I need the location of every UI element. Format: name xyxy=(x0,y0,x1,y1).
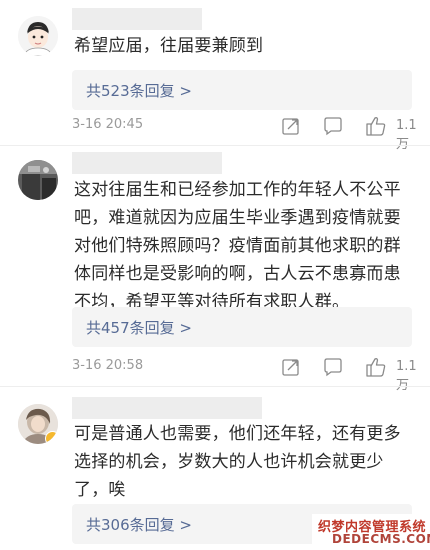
username-redacted xyxy=(72,397,262,419)
timestamp: 3-16 20:58 xyxy=(72,358,144,373)
avatar[interactable] xyxy=(18,160,58,200)
divider xyxy=(0,386,430,387)
reply-box[interactable]: 共523条回复 > xyxy=(72,70,412,110)
comment-text: 可是普通人也需要，他们还年轻，还有更多 选择的机会，岁数大的人也许机会就更少 了… xyxy=(74,420,410,504)
username-redacted xyxy=(72,8,202,30)
comment-text-line: 希望应届，往届要兼顾到 xyxy=(74,36,264,56)
comment-text-line: 选择的机会，岁数大的人也许机会就更少 xyxy=(74,452,384,472)
site-watermark: 织梦内容管理系统 DEDECMS.COM xyxy=(312,514,430,550)
thumbs-up-icon[interactable] xyxy=(364,115,386,137)
username-redacted xyxy=(72,152,222,174)
comment-text-line: 体同样也是受影响的啊，古人云不患寡而患 xyxy=(74,264,401,284)
avatar[interactable] xyxy=(18,404,58,444)
comment-icon[interactable] xyxy=(322,115,344,137)
verified-badge-icon xyxy=(45,431,58,444)
comment-text-line: 对他们特殊照顾吗？疫情面前其他求职的群 xyxy=(74,236,401,256)
like-count: 1.1万 xyxy=(396,118,417,152)
thumbs-up-icon[interactable] xyxy=(364,356,386,378)
comment-icon[interactable] xyxy=(322,356,344,378)
comment-text-line: 吧，难道就因为应届生毕业季遇到疫情就要 xyxy=(74,208,401,228)
reply-box[interactable]: 共457条回复 > xyxy=(72,307,412,347)
comment-text-line: 可是普通人也需要，他们还年轻，还有更多 xyxy=(74,424,401,444)
view-replies-link[interactable]: 共523条回复 > xyxy=(86,80,192,101)
like-count: 1.1万 xyxy=(396,359,417,393)
timestamp: 3-16 20:45 xyxy=(72,117,144,132)
comment-text-line: 了，唉 xyxy=(74,480,126,500)
share-icon[interactable] xyxy=(280,115,302,137)
watermark-domain: DEDECMS.COM xyxy=(332,532,430,546)
comment-text: 希望应届，往届要兼顾到 xyxy=(74,32,410,60)
comment-meta: 3-16 20:45 1.1万 xyxy=(72,115,422,152)
divider xyxy=(0,145,430,146)
comment-meta: 3-16 20:58 1.1万 xyxy=(72,356,422,393)
avatar[interactable] xyxy=(18,16,58,56)
view-replies-link[interactable]: 共457条回复 > xyxy=(86,317,192,338)
share-icon[interactable] xyxy=(280,356,302,378)
comment-text: 这对往届生和已经参加工作的年轻人不公平 吧，难道就因为应届生毕业季遇到疫情就要 … xyxy=(74,176,410,316)
comment-text-line: 这对往届生和已经参加工作的年轻人不公平 xyxy=(74,180,401,200)
view-replies-link[interactable]: 共306条回复 > xyxy=(86,514,192,535)
